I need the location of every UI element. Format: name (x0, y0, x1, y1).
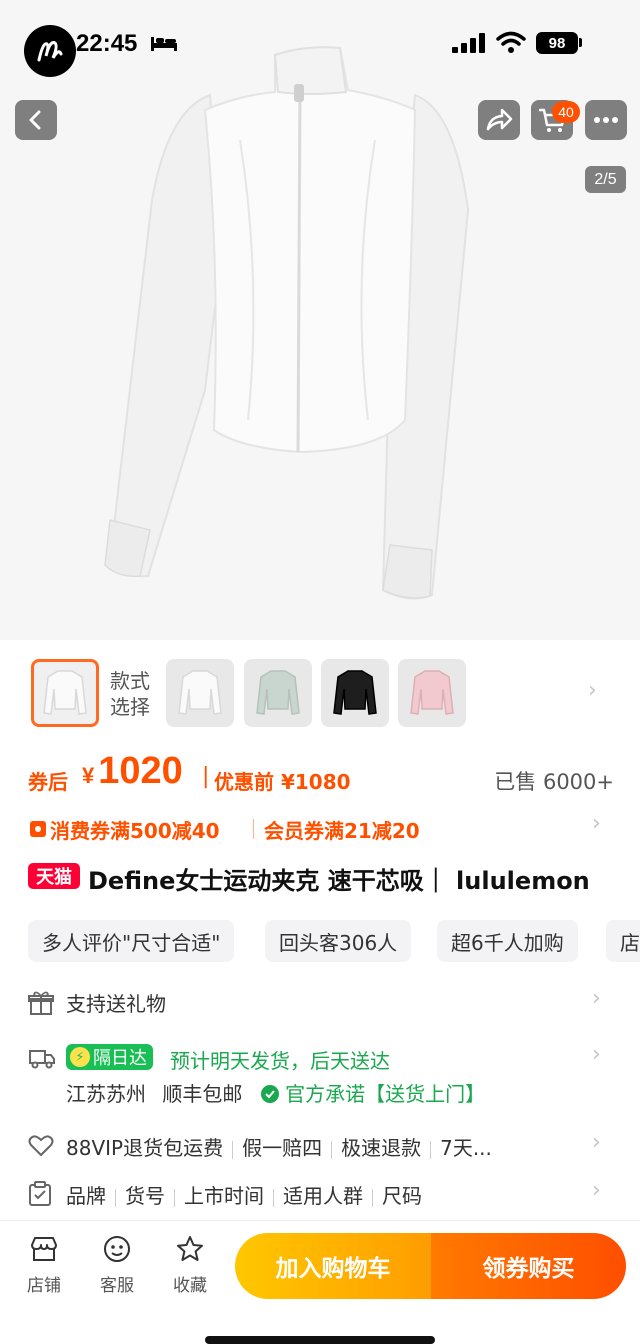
add-to-cart-button[interactable]: 加入购物车 (235, 1233, 431, 1299)
tag-size-fit[interactable]: 多人评价"尺寸合适" (28, 920, 235, 962)
customer-service-icon (104, 1236, 130, 1262)
lightning-icon: ⚡ (70, 1047, 90, 1067)
member-coupon: 会员券满21减20 (264, 819, 420, 843)
share-icon (486, 108, 513, 131)
battery-indicator: 98 (536, 32, 578, 54)
variant-thumb-3[interactable] (244, 659, 312, 727)
param-item: 货号 (125, 1184, 165, 1208)
tmall-badge: 天猫 (28, 863, 80, 889)
tag-add-to-cart-count[interactable]: 超6千人加购 (437, 920, 578, 962)
guarantee-item: 7天... (440, 1136, 492, 1160)
share-button[interactable] (478, 100, 520, 140)
promise-text: 官方承诺【送货上门】 (285, 1082, 486, 1106)
guarantee-item: 极速退款 (341, 1136, 422, 1160)
ship-method: 顺丰包邮 (162, 1082, 243, 1106)
tag-store[interactable]: 店 (606, 920, 640, 962)
chevron-right-icon: › (592, 986, 601, 1011)
customer-service-button[interactable]: 客服 (87, 1235, 147, 1296)
favorite-button[interactable]: 收藏 (160, 1235, 220, 1296)
consumer-coupon: 消费券满500减40 (50, 819, 220, 843)
store-icon (31, 1237, 57, 1261)
chevron-right-icon[interactable]: › (592, 1042, 601, 1067)
wifi-icon (496, 31, 526, 53)
variant-thumb-2[interactable] (166, 659, 234, 727)
sleep-mode-icon (151, 37, 177, 51)
gift-text: 支持送礼物 (66, 992, 166, 1016)
ship-origin: 江苏苏州 (66, 1082, 146, 1106)
tag-repeat-buyers[interactable]: 回头客306人 (265, 920, 412, 962)
chevron-left-icon (29, 110, 41, 130)
highlight-tags: 多人评价"尺寸合适" 回头客306人 超6千人加购 店 (28, 920, 640, 964)
coupon-row[interactable]: 消费券满500减40 会员券满21减20 › (28, 811, 628, 845)
jacket-thumbnail-icon (333, 670, 377, 715)
status-bar: 22:45 98 (0, 0, 640, 90)
guarantee-row[interactable]: 88VIP退货包运费 假一赔四 极速退款 7天... › (28, 1130, 628, 1162)
variant-selector: 款式选择 › (0, 650, 640, 740)
buy-now-button[interactable]: 领券购买 (431, 1233, 626, 1299)
next-day-label: 隔日达 (93, 1048, 147, 1069)
param-item: 品牌 (66, 1184, 106, 1208)
product-image (0, 0, 640, 640)
more-dots-icon (594, 117, 618, 123)
params-row[interactable]: 品牌 货号 上市时间 适用人群 尺码 › (28, 1178, 628, 1210)
heart-icon (28, 1135, 54, 1156)
coupon-icon (30, 821, 46, 837)
bottom-action-bar: 店铺 客服 收藏 加入购物车 领券购买 (0, 1220, 640, 1344)
sold-count: 已售 6000+ (494, 770, 614, 794)
jacket-thumbnail-icon (410, 670, 454, 715)
battery-tip (579, 38, 582, 47)
param-item: 适用人群 (283, 1184, 363, 1208)
param-item: 尺码 (382, 1184, 422, 1208)
image-page-indicator: 2/5 (585, 166, 626, 193)
guarantee-item: 88VIP退货包运费 (66, 1136, 224, 1160)
variant-label: 款式选择 (110, 669, 150, 719)
store-label: 店铺 (27, 1276, 61, 1296)
promise-badge: 官方承诺【送货上门】 (260, 1082, 486, 1106)
more-button[interactable] (585, 100, 627, 140)
after-coupon-value: 1020 (98, 750, 183, 792)
product-title-row: 天猫 Define女士运动夹克 速干芯吸｜ lululemon (28, 858, 628, 896)
after-coupon-price: ¥1020 (82, 750, 183, 793)
chevron-right-icon: › (592, 1178, 601, 1203)
lululemon-logo (24, 25, 76, 77)
cellular-signal-icon (452, 33, 485, 53)
cart-count-badge: 40 (552, 101, 580, 123)
chevron-right-icon: › (592, 811, 601, 836)
back-button[interactable] (15, 100, 57, 140)
jacket-thumbnail-icon (43, 670, 87, 715)
star-icon (177, 1236, 203, 1261)
divider (253, 819, 254, 839)
variant-thumb-1[interactable] (31, 659, 99, 727)
favorite-label: 收藏 (173, 1276, 207, 1296)
store-button[interactable]: 店铺 (14, 1235, 74, 1296)
guarantee-item: 假一赔四 (242, 1136, 323, 1160)
product-title: Define女士运动夹克 速干芯吸｜ lululemon (88, 867, 590, 895)
variant-thumb-4[interactable] (321, 659, 389, 727)
product-image-gallery[interactable] (0, 0, 640, 640)
status-time: 22:45 (76, 30, 138, 57)
price-separator: | (202, 764, 210, 789)
shipping-info: 江苏苏州 顺丰包邮 官方承诺【送货上门】 (66, 1078, 485, 1107)
chevron-right-icon[interactable]: › (588, 678, 597, 703)
price-before-discount: 优惠前 ¥1080 (214, 770, 351, 794)
after-coupon-label: 券后 (28, 770, 68, 794)
chevron-right-icon: › (592, 1130, 601, 1155)
home-indicator (205, 1336, 435, 1344)
check-circle-icon (260, 1085, 279, 1103)
next-day-delivery-badge: ⚡ 隔日达 (66, 1044, 153, 1070)
service-label: 客服 (100, 1276, 134, 1296)
variant-thumb-5[interactable] (398, 659, 466, 727)
delivery-truck-icon (29, 1050, 55, 1069)
price-row: 券后 ¥1020 | 优惠前 ¥1080 已售 6000+ (28, 750, 628, 800)
currency-symbol: ¥ (82, 763, 95, 788)
params-list: 品牌 货号 上市时间 适用人群 尺码 (66, 1180, 422, 1209)
gift-row[interactable]: 支持送礼物 › (28, 986, 628, 1018)
clipboard-icon (29, 1181, 51, 1206)
guarantee-list: 88VIP退货包运费 假一赔四 极速退款 7天... (66, 1132, 492, 1161)
jacket-thumbnail-icon (256, 670, 300, 715)
jacket-thumbnail-icon (178, 670, 222, 715)
delivery-eta: 预计明天发货，后天送达 (170, 1049, 390, 1073)
gift-icon (28, 991, 54, 1015)
param-item: 上市时间 (184, 1184, 264, 1208)
